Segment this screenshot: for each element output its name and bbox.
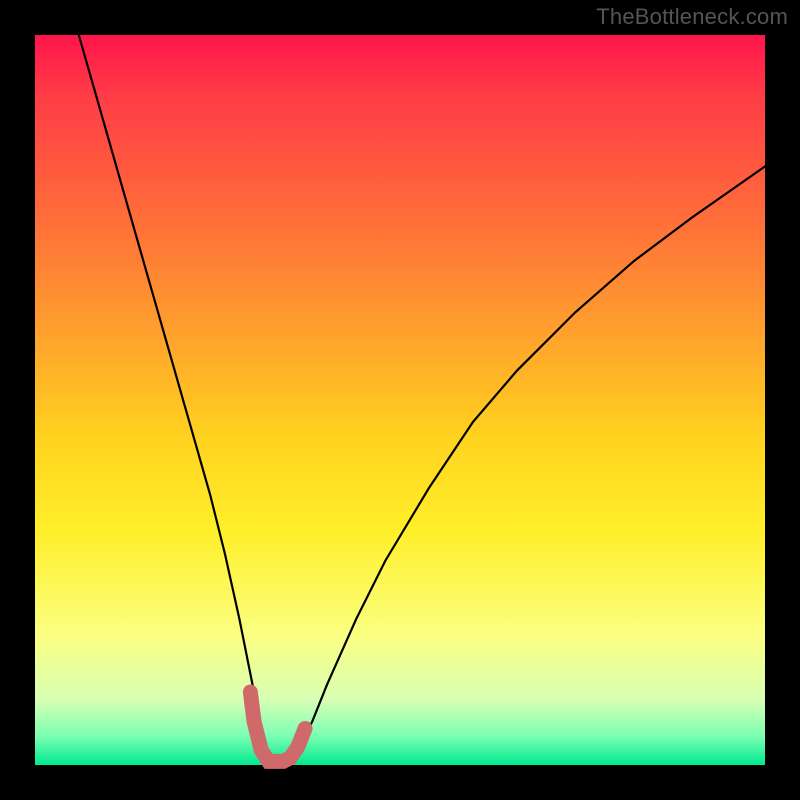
bottleneck-curve <box>79 35 765 765</box>
chart-svg <box>35 35 765 765</box>
plot-area <box>35 35 765 765</box>
watermark-text: TheBottleneck.com <box>596 4 788 30</box>
valley-highlight-dot <box>243 685 257 699</box>
chart-frame: TheBottleneck.com <box>0 0 800 800</box>
valley-highlight <box>250 692 305 761</box>
